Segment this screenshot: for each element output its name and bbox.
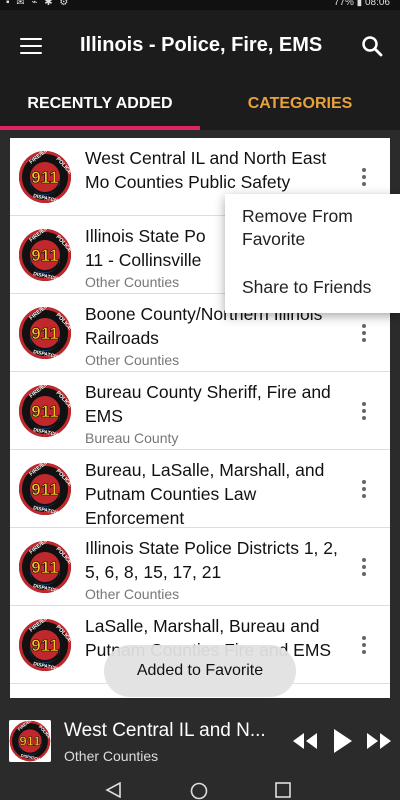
dispatch-911-logo-icon	[18, 618, 72, 672]
status-icons: ▪ ✉ ⌁ ✱ ⚙	[6, 0, 71, 8]
toast-message: Added to Favorite	[104, 645, 296, 697]
now-playing-subtitle: Other Counties	[64, 748, 159, 764]
item-subtitle: Bureau County	[85, 430, 179, 446]
list-item[interactable]: Bureau, LaSalle, Marshall, and Putnam Co…	[10, 450, 390, 528]
app-screen: ▪ ✉ ⌁ ✱ ⚙ 77% ▮ 08:06 Illinois - Police,…	[0, 0, 400, 800]
dispatch-911-logo-icon	[9, 720, 51, 762]
item-subtitle: Other Counties	[85, 274, 180, 290]
list-item[interactable]: Illinois State Police Districts 1, 2, 5,…	[10, 528, 390, 606]
item-subtitle: Other Counties	[85, 352, 180, 368]
item-title: Bureau, LaSalle, Marshall, and Putnam Co…	[85, 460, 325, 528]
more-vert-icon[interactable]	[358, 636, 370, 656]
status-bar: ▪ ✉ ⌁ ✱ ⚙ 77% ▮ 08:06	[0, 0, 400, 10]
play-icon[interactable]	[333, 728, 353, 754]
more-vert-icon[interactable]	[358, 402, 370, 422]
recents-icon[interactable]	[275, 782, 291, 798]
back-icon[interactable]	[105, 782, 123, 798]
item-title: West Central IL and North East Mo Counti…	[85, 148, 327, 192]
page-title: Illinois - Police, Fire, EMS	[80, 34, 323, 56]
tab-recently-added[interactable]: RECENTLY ADDED	[0, 82, 200, 130]
item-title: Bureau County Sheriff, Fire and EMS	[85, 382, 331, 426]
item-subtitle: Other Counties	[85, 586, 180, 602]
dispatch-911-logo-icon	[18, 306, 72, 360]
menu-icon[interactable]	[20, 38, 42, 54]
system-nav-bar	[0, 770, 400, 800]
now-playing-title: West Central IL and N...	[64, 720, 266, 741]
fast-forward-icon[interactable]	[366, 732, 392, 750]
search-icon[interactable]	[360, 34, 384, 58]
list-item[interactable]: Bureau County Sheriff, Fire and EMS Bure…	[10, 372, 390, 450]
home-icon[interactable]	[190, 782, 208, 800]
dispatch-911-logo-icon	[18, 228, 72, 282]
more-vert-icon[interactable]	[358, 558, 370, 578]
dispatch-911-logo-icon	[18, 150, 72, 204]
tab-categories[interactable]: CATEGORIES	[200, 82, 400, 130]
app-bar: Illinois - Police, Fire, EMS	[0, 10, 400, 82]
share-to-friends-menu-item[interactable]: Share to Friends	[242, 276, 392, 299]
dispatch-911-logo-icon	[18, 384, 72, 438]
now-playing-bar[interactable]: West Central IL and N... Other Counties	[0, 706, 400, 770]
more-vert-icon[interactable]	[358, 480, 370, 500]
dispatch-911-logo-icon	[18, 462, 72, 516]
item-title: Illinois State Po 11 - Collinsville	[85, 226, 206, 270]
remove-from-favorite-menu-item[interactable]: Remove From Favorite	[242, 205, 392, 251]
item-title: Illinois State Police Districts 1, 2, 5,…	[85, 538, 338, 582]
status-clock: 77% ▮ 08:06	[333, 0, 390, 8]
context-menu: Remove From Favorite Share to Friends	[225, 194, 400, 313]
more-vert-icon[interactable]	[358, 324, 370, 344]
tab-bar: RECENTLY ADDED CATEGORIES	[0, 82, 400, 130]
dispatch-911-logo-icon	[18, 540, 72, 594]
rewind-icon[interactable]	[292, 732, 318, 750]
more-vert-icon[interactable]	[358, 168, 370, 188]
